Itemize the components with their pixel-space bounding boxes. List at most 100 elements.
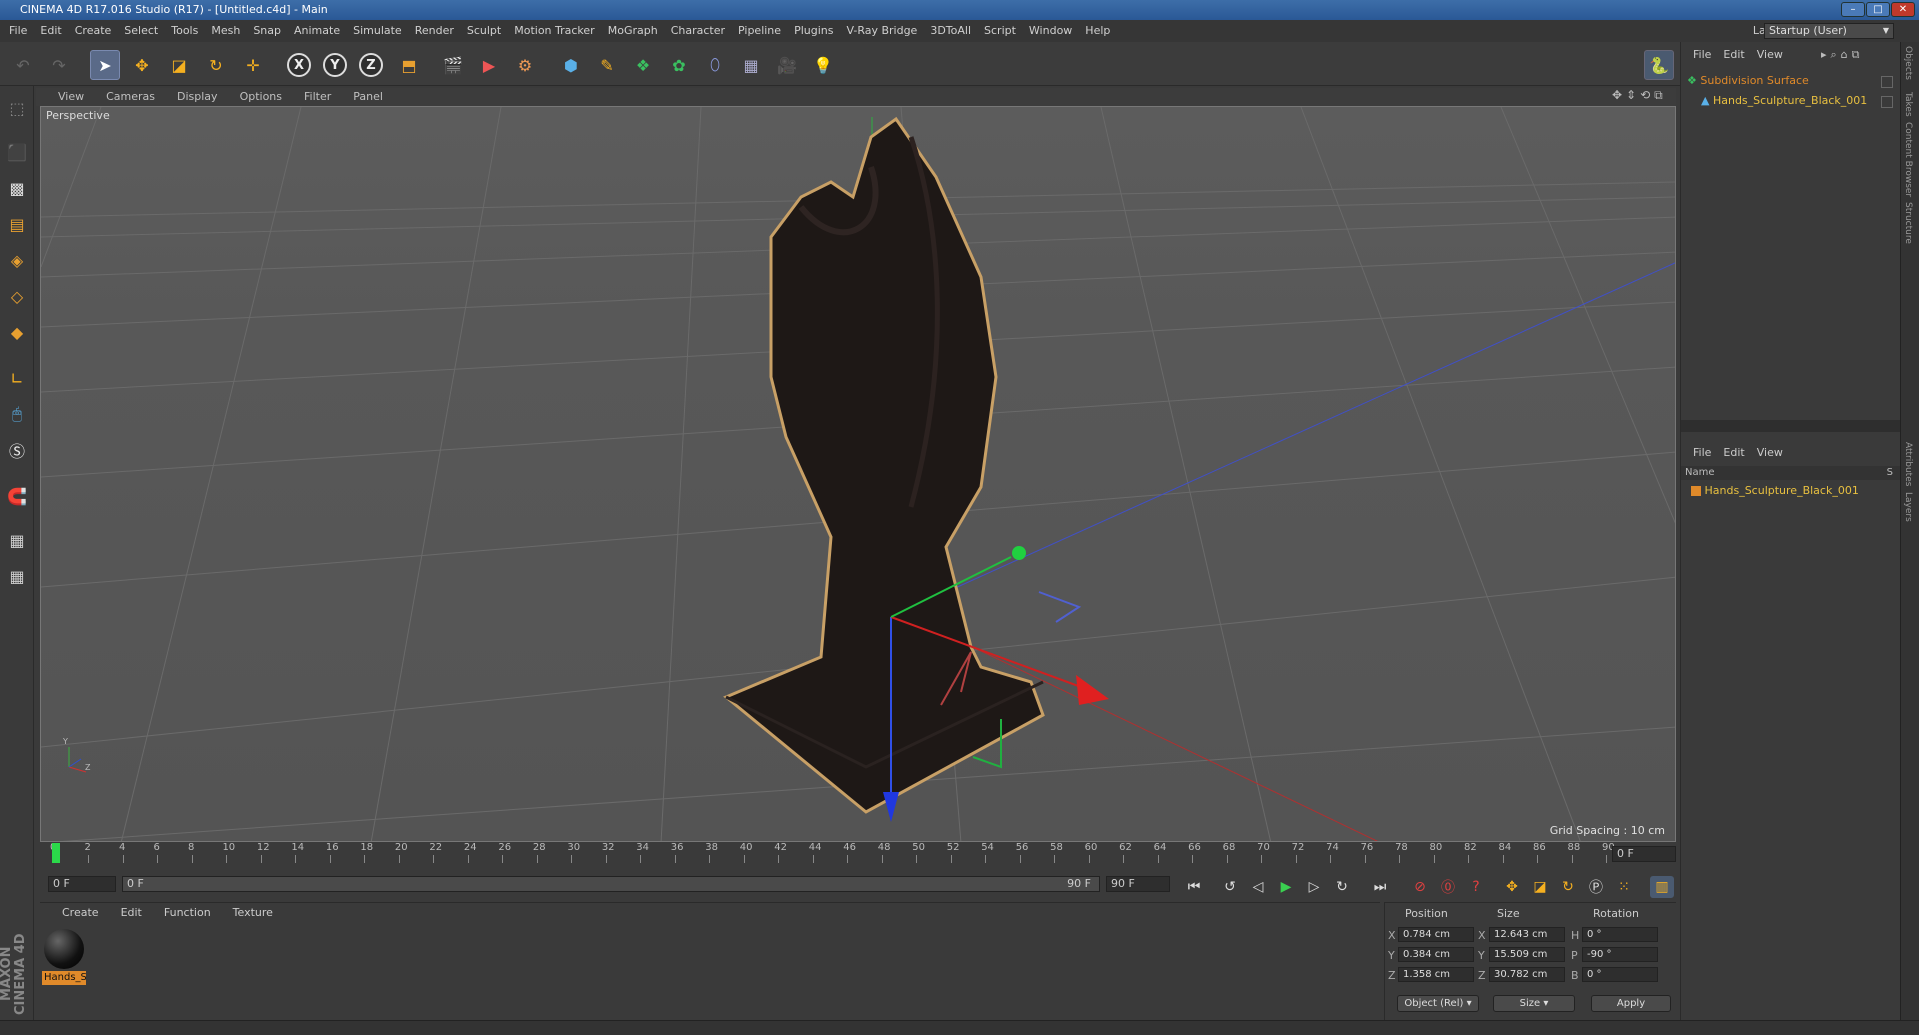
- rotate-tool-button[interactable]: ↻: [201, 50, 231, 80]
- scale-tool-button[interactable]: ◪: [164, 50, 194, 80]
- menu-animate[interactable]: Animate: [294, 24, 340, 37]
- key-scale-button[interactable]: ◪: [1528, 876, 1552, 898]
- coordinate-mode-dropdown[interactable]: Object (Rel) ▾: [1397, 995, 1479, 1012]
- preview-range-slider[interactable]: 0 F 90 F: [122, 876, 1100, 892]
- end-frame-field[interactable]: 90 F: [1106, 876, 1170, 892]
- live-selection-button[interactable]: ✛: [238, 50, 268, 80]
- camera-button[interactable]: 🎥: [772, 50, 802, 80]
- side-tab-layers[interactable]: Layers: [1903, 492, 1913, 522]
- select-tool-button[interactable]: ➤: [90, 50, 120, 80]
- perspective-viewport[interactable]: Perspective Y Z Grid Spacing : 10 cm: [40, 106, 1676, 842]
- mograph-cloner-button[interactable]: ✿: [664, 50, 694, 80]
- go-to-start-button[interactable]: ⏮: [1182, 876, 1206, 898]
- lock-workplane-button[interactable]: ▦: [3, 526, 31, 554]
- menu-help[interactable]: Help: [1085, 24, 1110, 37]
- axis-mode-button[interactable]: ∟: [3, 364, 31, 392]
- timeline-ruler[interactable]: 0246810121416182022242628303234363840424…: [48, 842, 1615, 866]
- position-z-field[interactable]: 1.358 cm: [1398, 967, 1474, 982]
- keyframe-selection-button[interactable]: ?: [1464, 876, 1488, 898]
- go-to-end-button[interactable]: ⏭: [1368, 876, 1392, 898]
- viewport-menu-cameras[interactable]: Cameras: [106, 90, 155, 103]
- render-picture-viewer-button[interactable]: ▶: [474, 50, 504, 80]
- visibility-toggle[interactable]: [1881, 96, 1893, 108]
- layers-panel-menu-file[interactable]: File: [1693, 446, 1711, 459]
- object-manager-scrollbar[interactable]: [1681, 420, 1901, 432]
- render-view-button[interactable]: 🎬: [438, 50, 468, 80]
- coordinate-system-button[interactable]: ⬒: [394, 50, 424, 80]
- tweak-mode-button[interactable]: 🖱: [3, 400, 31, 428]
- pen-spline-button[interactable]: ✎: [592, 50, 622, 80]
- menu-3dtoall[interactable]: 3DToAll: [930, 24, 971, 37]
- record-keys-button[interactable]: ⊘: [1408, 876, 1432, 898]
- snap-button[interactable]: Ⓢ: [3, 436, 31, 464]
- rotation-p-field[interactable]: -90 °: [1582, 947, 1658, 962]
- maximize-button[interactable]: □: [1866, 2, 1890, 17]
- side-tab-structure[interactable]: Structure: [1903, 202, 1913, 244]
- menu-simulate[interactable]: Simulate: [353, 24, 402, 37]
- menu-mesh[interactable]: Mesh: [211, 24, 240, 37]
- side-tab-takes[interactable]: Takes: [1903, 92, 1913, 117]
- position-y-field[interactable]: 0.384 cm: [1398, 947, 1474, 962]
- model-mode-button[interactable]: ⬛: [3, 138, 31, 166]
- cube-object-button[interactable]: ⬢: [556, 50, 586, 80]
- floor-button[interactable]: ▦: [736, 50, 766, 80]
- layout-select[interactable]: Startup (User) ▼: [1764, 23, 1894, 39]
- previous-key-button[interactable]: ↺: [1218, 876, 1242, 898]
- objects-panel-menu-edit[interactable]: Edit: [1723, 48, 1744, 61]
- objects-panel-menu-file[interactable]: File: [1693, 48, 1711, 61]
- menu-file[interactable]: File: [9, 24, 27, 37]
- redo-button[interactable]: ↷: [44, 50, 74, 80]
- material-menu-texture[interactable]: Texture: [233, 906, 273, 919]
- material-swatch[interactable]: Hands_S: [42, 927, 86, 985]
- menu-snap[interactable]: Snap: [253, 24, 281, 37]
- position-x-field[interactable]: 0.784 cm: [1398, 927, 1474, 942]
- side-tab-attributes[interactable]: Attributes: [1903, 442, 1913, 486]
- move-tool-button[interactable]: ✥: [127, 50, 157, 80]
- viewport-menu-options[interactable]: Options: [240, 90, 282, 103]
- size-mode-dropdown[interactable]: Size ▾: [1493, 995, 1575, 1012]
- current-frame-field[interactable]: 0 F: [1612, 846, 1676, 862]
- side-tab-content-browser[interactable]: Content Browser: [1903, 122, 1913, 197]
- axis-x-button[interactable]: X: [287, 53, 311, 77]
- size-x-field[interactable]: 12.643 cm: [1489, 927, 1565, 942]
- close-button[interactable]: ✕: [1891, 2, 1915, 17]
- layers-panel-menu-view[interactable]: View: [1757, 446, 1783, 459]
- size-y-field[interactable]: 15.509 cm: [1489, 947, 1565, 962]
- menu-character[interactable]: Character: [671, 24, 725, 37]
- key-parameter-button[interactable]: Ⓟ: [1584, 876, 1608, 898]
- viewport-menu-display[interactable]: Display: [177, 90, 218, 103]
- viewport-menu-filter[interactable]: Filter: [304, 90, 331, 103]
- polygons-mode-button[interactable]: ◆: [3, 318, 31, 346]
- play-button[interactable]: ▶: [1274, 876, 1298, 898]
- menu-plugins[interactable]: Plugins: [794, 24, 833, 37]
- light-button[interactable]: 💡: [808, 50, 838, 80]
- menu-edit[interactable]: Edit: [40, 24, 61, 37]
- material-menu-function[interactable]: Function: [164, 906, 211, 919]
- key-rotation-button[interactable]: ↻: [1556, 876, 1580, 898]
- previous-frame-button[interactable]: ◁: [1246, 876, 1270, 898]
- menu-pipeline[interactable]: Pipeline: [738, 24, 781, 37]
- menu-render[interactable]: Render: [415, 24, 454, 37]
- time-cursor[interactable]: [52, 843, 60, 863]
- viewport-menu-panel[interactable]: Panel: [353, 90, 383, 103]
- menu-sculpt[interactable]: Sculpt: [467, 24, 501, 37]
- menu-motion-tracker[interactable]: Motion Tracker: [514, 24, 594, 37]
- python-button[interactable]: 🐍: [1644, 50, 1674, 80]
- next-key-button[interactable]: ↻: [1330, 876, 1354, 898]
- size-z-field[interactable]: 30.782 cm: [1489, 967, 1565, 982]
- menu-select[interactable]: Select: [124, 24, 158, 37]
- workplane-rotate-button[interactable]: ▦: [3, 562, 31, 590]
- rotation-h-field[interactable]: 0 °: [1582, 927, 1658, 942]
- axis-z-button[interactable]: Z: [359, 53, 383, 77]
- viewport-nav-icons[interactable]: ✥⇕⟲⧉: [1612, 88, 1667, 103]
- rotation-b-field[interactable]: 0 °: [1582, 967, 1658, 982]
- edges-mode-button[interactable]: ◇: [3, 282, 31, 310]
- hands-sculpture-mesh[interactable]: [723, 116, 1045, 814]
- menu-mograph[interactable]: MoGraph: [608, 24, 658, 37]
- points-mode-button[interactable]: ◈: [3, 246, 31, 274]
- objects-panel-menu-view[interactable]: View: [1757, 48, 1783, 61]
- layer-row[interactable]: Hands_Sculpture_Black_001: [1691, 484, 1859, 497]
- subdivision-generator-button[interactable]: ❖: [628, 50, 658, 80]
- menu-window[interactable]: Window: [1029, 24, 1072, 37]
- timeline-window-button[interactable]: ▥: [1650, 876, 1674, 898]
